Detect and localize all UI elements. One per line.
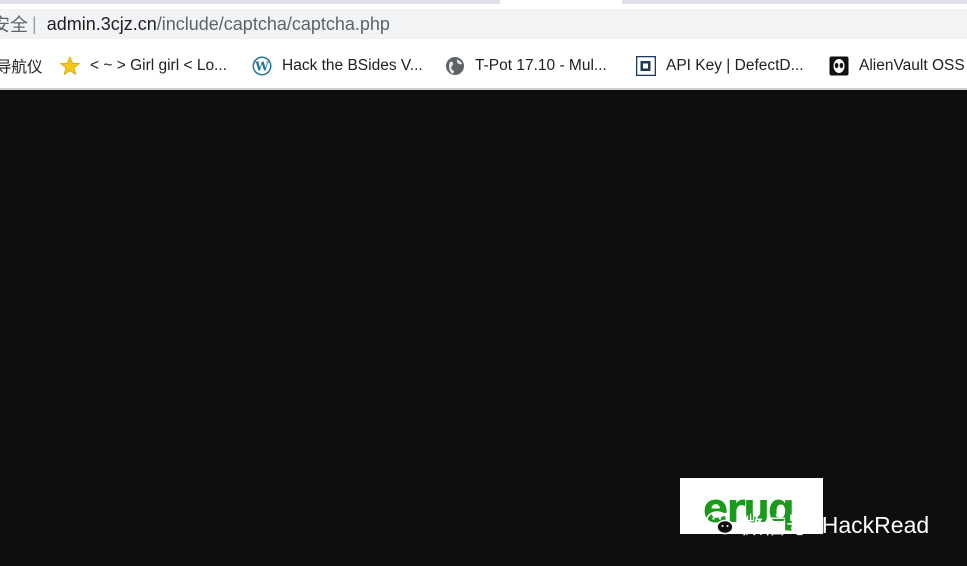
- bookmark-label: API Key | DefectD...: [666, 57, 804, 74]
- url-host: admin.3cjz.cn: [46, 13, 157, 34]
- wordpress-icon: W: [252, 56, 272, 76]
- bookmark-label: AlienVault OSS: [859, 57, 965, 74]
- security-chip[interactable]: 安全: [0, 11, 28, 37]
- url-text[interactable]: admin.3cjz.cn/include/captcha/captcha.ph…: [47, 14, 390, 35]
- bookmark-label: Hack the BSides V...: [282, 57, 423, 74]
- url-path: /include/captcha/captcha.php: [156, 13, 390, 34]
- watermark-text: 微信号: HackRead: [740, 512, 930, 538]
- security-divider: |: [32, 13, 37, 34]
- wechat-icon: [706, 511, 734, 535]
- bookmark-hack-the-bsides[interactable]: W Hack the BSides V...: [252, 44, 423, 88]
- star-icon: [60, 56, 80, 76]
- bookmark-label: 导航仪: [0, 59, 43, 76]
- globe-icon: [446, 57, 464, 75]
- address-bar[interactable]: 安全 | admin.3cjz.cn/include/captcha/captc…: [0, 9, 967, 39]
- bookmarks-bar: 导航仪 < ~ > Girl girl < Lo... W Hack the B…: [0, 44, 967, 90]
- bookmark-alienvault-oss[interactable]: AlienVault OSS: [829, 44, 965, 88]
- defectdojo-icon: [636, 56, 656, 76]
- bookmark-label: < ~ > Girl girl < Lo...: [90, 57, 227, 74]
- bookmark-label: T-Pot 17.10 - Mul...: [475, 57, 607, 74]
- alienvault-icon: [829, 56, 849, 76]
- bookmark-t-pot[interactable]: T-Pot 17.10 - Mul...: [445, 44, 607, 88]
- bookmark-girl-girl[interactable]: < ~ > Girl girl < Lo...: [60, 44, 227, 88]
- bookmark-folder-navigator[interactable]: 导航仪: [0, 44, 43, 88]
- bookmark-api-key-defectdojo[interactable]: API Key | DefectD...: [636, 44, 804, 88]
- wechat-watermark: 微信号: HackRead: [706, 506, 929, 540]
- browser-toolbar: 安全 | admin.3cjz.cn/include/captcha/captc…: [0, 4, 967, 44]
- svg-text:W: W: [254, 60, 269, 74]
